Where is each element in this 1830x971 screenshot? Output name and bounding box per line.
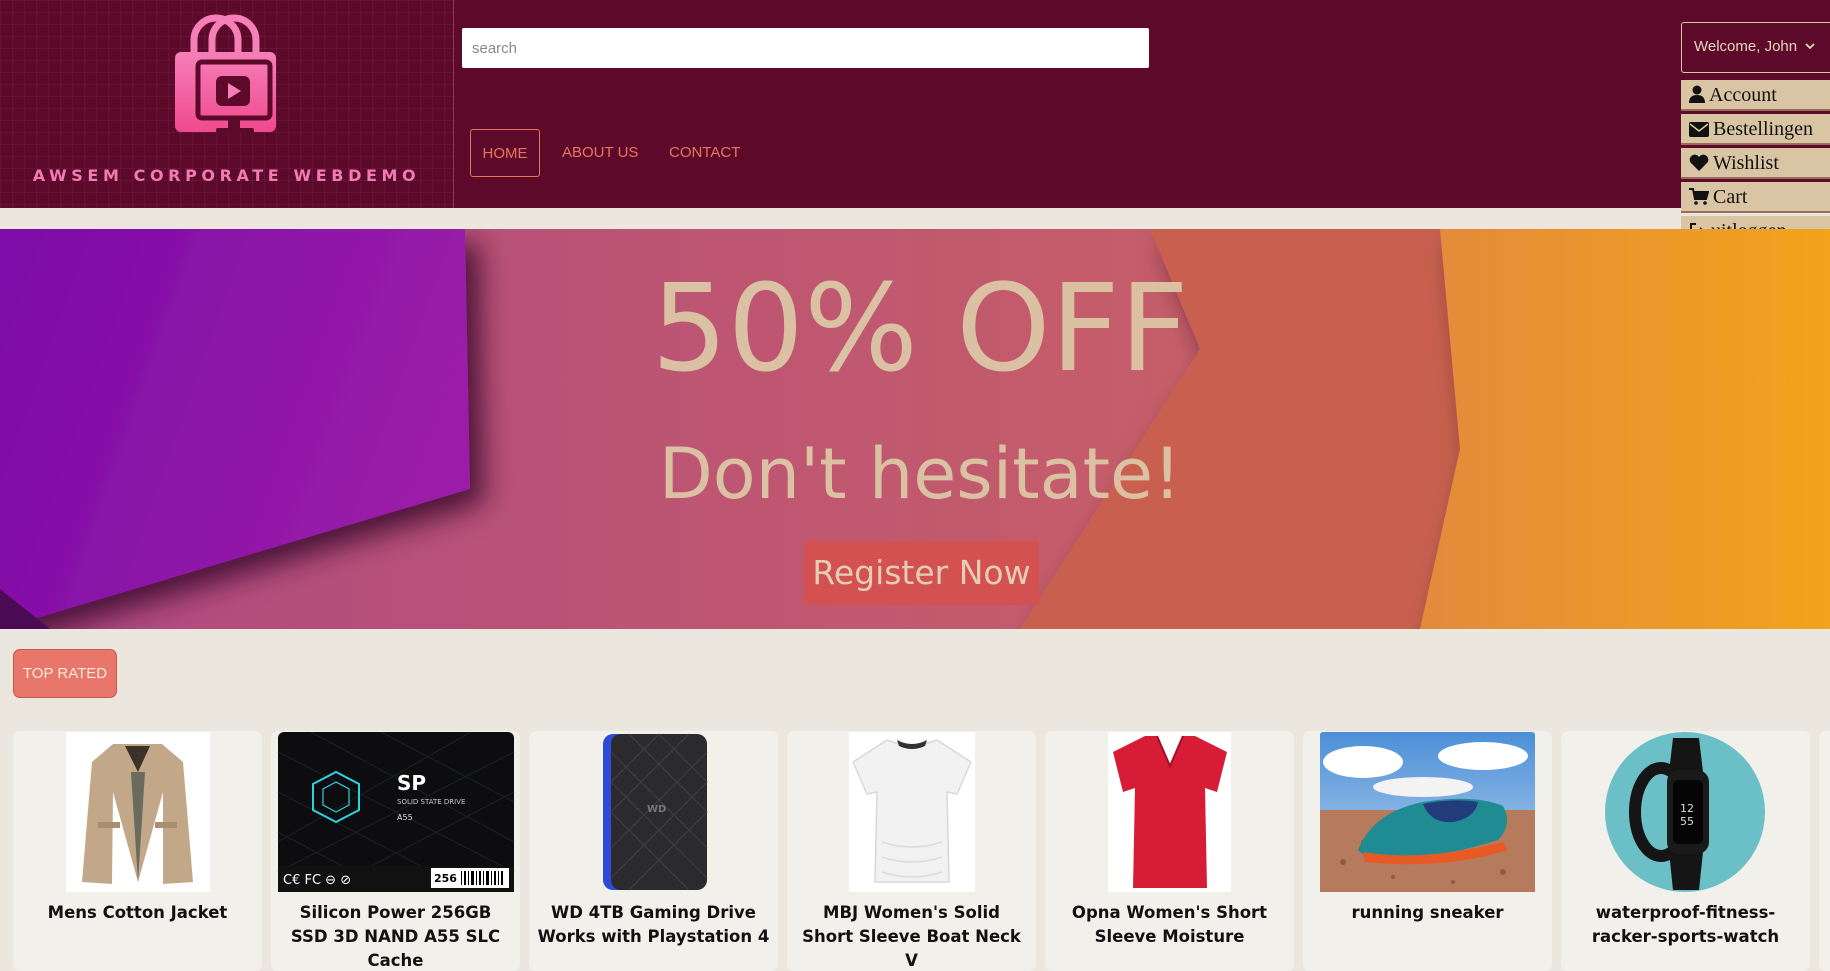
product-image-red-shirt	[1108, 732, 1231, 892]
product-card[interactable]: running sneaker	[1303, 731, 1552, 971]
product-card[interactable]: Mens Cotton Jacket	[13, 731, 262, 971]
heart-icon	[1689, 154, 1709, 171]
user-menu-button[interactable]: Welcome, John	[1681, 22, 1830, 73]
cart-icon	[1689, 188, 1710, 205]
menu-item-bestellingen[interactable]: Bestellingen	[1681, 114, 1830, 145]
product-card[interactable]: SP SOLID STATE DRIVE A55 C€ FC ⊖ ⊘ 256 S…	[271, 731, 520, 971]
envelope-icon	[1689, 122, 1709, 137]
menu-item-label: Account	[1709, 84, 1777, 106]
register-now-button[interactable]: Register Now	[804, 541, 1039, 605]
welcome-label: Welcome, John	[1694, 38, 1798, 55]
svg-text:WD: WD	[647, 804, 666, 815]
svg-text:55: 55	[1680, 815, 1694, 828]
product-image-sneaker	[1320, 732, 1535, 892]
svg-text:SP: SP	[397, 771, 426, 795]
shopping-bag-play-icon	[175, 14, 276, 133]
product-card-partial[interactable]	[1819, 731, 1830, 971]
product-card[interactable]: MBJ Women's Solid Short Sleeve Boat Neck…	[787, 731, 1036, 971]
hero-banner: 50% OFF Don't hesitate! Register Now	[0, 229, 1830, 629]
logo-area[interactable]: AWSEM CORPORATE WEBDEMO	[0, 0, 454, 208]
product-name[interactable]: MBJ Women's Solid Short Sleeve Boat Neck…	[795, 901, 1028, 971]
product-name[interactable]: WD 4TB Gaming Drive Works with Playstati…	[537, 901, 770, 949]
product-card[interactable]: WD WD 4TB Gaming Drive Works with Playst…	[529, 731, 778, 971]
nav-about-us[interactable]: ABOUT US	[562, 129, 638, 177]
svg-text:SOLID STATE DRIVE: SOLID STATE DRIVE	[397, 798, 465, 806]
svg-text:12: 12	[1680, 802, 1694, 815]
chevron-down-icon	[1805, 43, 1815, 50]
menu-item-account[interactable]: Account	[1681, 80, 1830, 111]
svg-text:A55: A55	[397, 813, 413, 822]
product-image-fitness-watch: 12 55	[1605, 732, 1765, 892]
menu-item-cart[interactable]: Cart	[1681, 182, 1830, 213]
search-input[interactable]	[462, 28, 1149, 68]
product-image-white-top	[849, 732, 975, 892]
site-header: AWSEM CORPORATE WEBDEMO HOME ABOUT US CO…	[0, 0, 1830, 208]
svg-text:C€ FC ⊖ ⊘: C€ FC ⊖ ⊘	[283, 873, 351, 888]
svg-text:256: 256	[434, 872, 457, 885]
product-name[interactable]: Silicon Power 256GB SSD 3D NAND A55 SLC …	[279, 901, 512, 971]
menu-item-label: Bestellingen	[1713, 118, 1813, 140]
menu-item-label: Cart	[1713, 186, 1748, 208]
product-image-hard-drive: WD	[603, 733, 708, 891]
product-image-jacket	[66, 732, 210, 892]
product-name[interactable]: Opna Women's Short Sleeve Moisture	[1053, 901, 1286, 949]
product-name[interactable]: running sneaker	[1311, 901, 1544, 925]
product-image-ssd: SP SOLID STATE DRIVE A55 C€ FC ⊖ ⊘ 256	[277, 732, 515, 892]
menu-item-label: Wishlist	[1713, 152, 1779, 174]
product-name[interactable]: waterproof-fitness-racker-sports-watch	[1569, 901, 1802, 949]
nav-home[interactable]: HOME	[470, 129, 540, 177]
top-rated-button[interactable]: TOP RATED	[13, 649, 117, 698]
nav-contact[interactable]: CONTACT	[669, 129, 740, 177]
hero-subtitle: Don't hesitate!	[658, 433, 1182, 515]
menu-item-wishlist[interactable]: Wishlist	[1681, 148, 1830, 179]
brand-name: AWSEM CORPORATE WEBDEMO	[32, 166, 421, 185]
hero-title: 50% OFF	[651, 260, 1189, 399]
product-card[interactable]: 12 55 waterproof-fitness-racker-sports-w…	[1561, 731, 1810, 971]
product-card[interactable]: Opna Women's Short Sleeve Moisture	[1045, 731, 1294, 971]
product-name[interactable]: Mens Cotton Jacket	[21, 901, 254, 925]
user-icon	[1689, 85, 1705, 103]
